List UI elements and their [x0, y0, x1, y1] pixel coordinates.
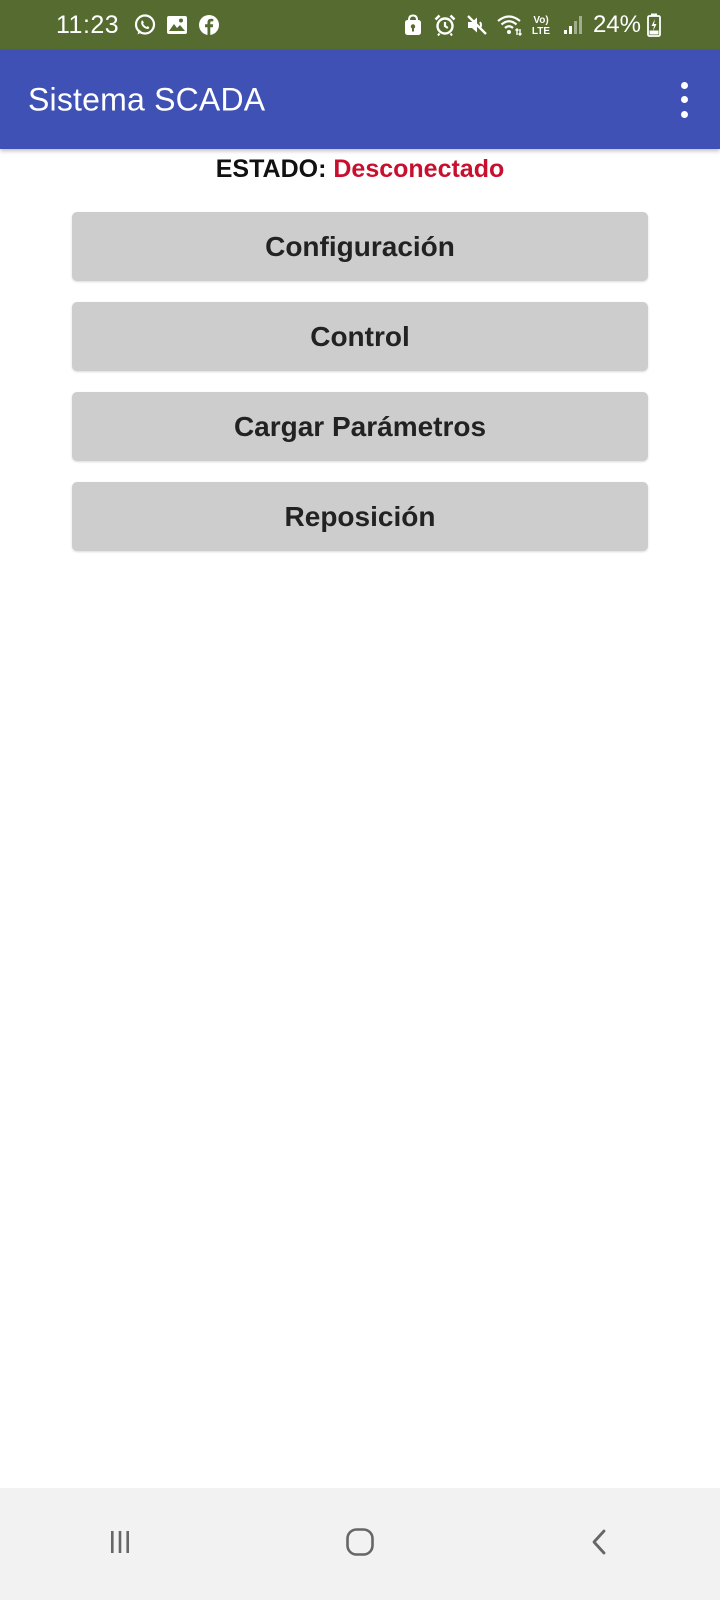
configuracion-button[interactable]: Configuración: [72, 212, 648, 281]
more-vert-icon[interactable]: [674, 81, 694, 118]
app-title: Sistema SCADA: [28, 81, 266, 117]
facebook-icon: [196, 12, 222, 38]
signal-icon: [560, 12, 586, 38]
system-nav-bar: [0, 1488, 720, 1600]
menu-dot: [680, 81, 688, 89]
volte-icon: Vo) LTE: [528, 12, 554, 38]
back-icon: [585, 1527, 615, 1562]
control-button[interactable]: Control: [72, 302, 648, 371]
menu-buttons: Configuración Control Cargar Parámetros …: [72, 212, 648, 572]
home-icon: [343, 1525, 377, 1564]
svg-text:Vo): Vo): [533, 15, 548, 26]
status-bar: 11:23 Vo) LTE 24%: [0, 0, 720, 50]
secure-folder-icon: [400, 12, 426, 38]
whatsapp-icon: [132, 12, 158, 38]
connection-status: ESTADO: Desconectado: [0, 155, 720, 184]
status-bar-left: 11:23: [56, 11, 225, 40]
gallery-icon: [164, 12, 190, 38]
app-bar: Sistema SCADA: [0, 50, 720, 149]
back-button[interactable]: [560, 1504, 640, 1584]
wifi-icon: [496, 12, 522, 38]
alarm-icon: [432, 12, 458, 38]
battery-percentage: 24%: [592, 11, 641, 38]
reposicion-button[interactable]: Reposición: [72, 482, 648, 551]
recent-apps-icon: [105, 1527, 135, 1562]
battery-charging-icon: [646, 12, 662, 38]
status-bar-right: Vo) LTE 24%: [397, 11, 665, 39]
connection-status-value: Desconectado: [333, 155, 505, 183]
recent-apps-button[interactable]: [80, 1504, 160, 1584]
mute-icon: [464, 12, 490, 38]
home-button[interactable]: [320, 1504, 400, 1584]
connection-status-label: ESTADO:: [215, 155, 327, 183]
status-time: 11:23: [56, 10, 120, 39]
menu-dot: [680, 110, 688, 118]
svg-text:LTE: LTE: [532, 26, 550, 37]
cargar-parametros-button[interactable]: Cargar Parámetros: [72, 392, 648, 461]
menu-dot: [680, 96, 688, 103]
